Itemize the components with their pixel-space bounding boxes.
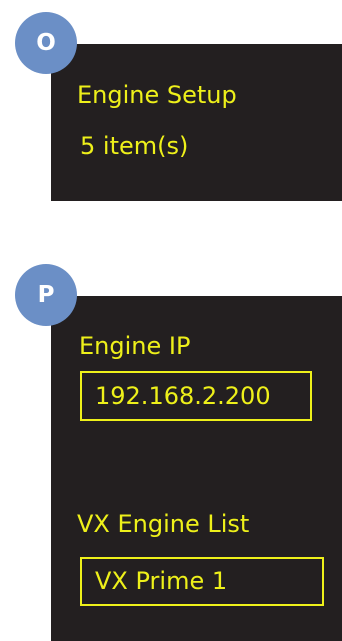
step-badge-p: P xyxy=(15,264,77,326)
vx-engine-list-label: VX Engine List xyxy=(77,510,250,538)
step-badge-o: O xyxy=(15,12,77,74)
vx-engine-list-field[interactable]: VX Prime 1 xyxy=(80,557,324,606)
menu-title-engine-setup[interactable]: Engine Setup xyxy=(77,80,237,110)
page: O Engine Setup 5 item(s) P Engine IP 192… xyxy=(0,0,342,641)
engine-ip-label: Engine IP xyxy=(79,332,191,360)
lcd-screen-o xyxy=(51,44,342,201)
engine-ip-field[interactable]: 192.168.2.200 xyxy=(80,371,312,421)
item-count: 5 item(s) xyxy=(80,132,189,160)
